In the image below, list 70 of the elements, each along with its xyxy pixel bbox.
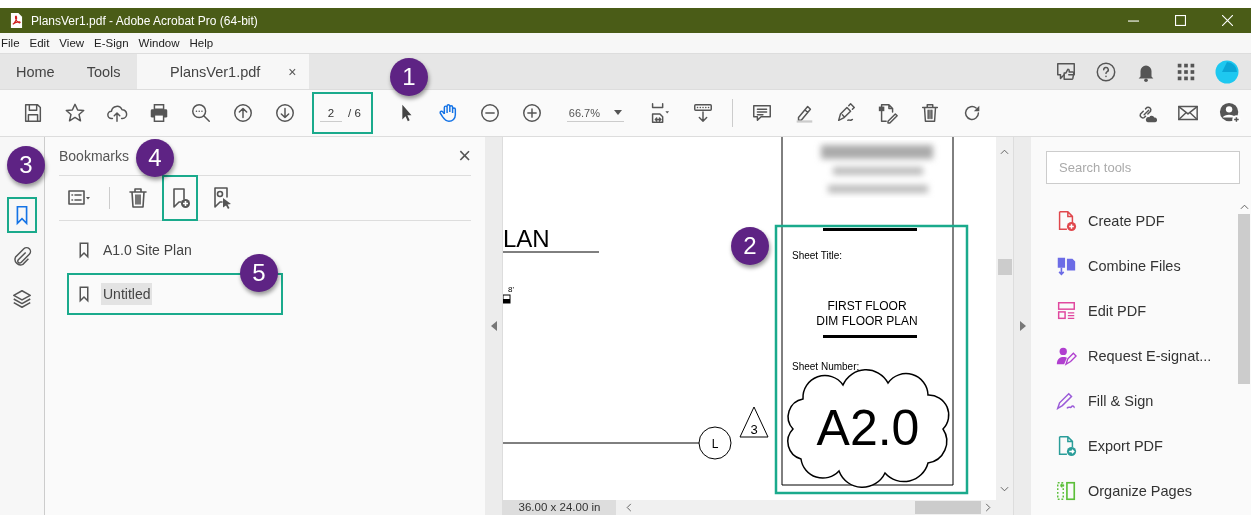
revision-number: 3 xyxy=(750,422,758,437)
tab[interactable]: Home xyxy=(0,54,71,89)
tool-item[interactable]: Organize Pages xyxy=(1055,468,1237,513)
zoom-field[interactable]: 66.7% xyxy=(566,104,624,122)
menu-item[interactable]: View xyxy=(59,37,85,49)
scroll-thumb[interactable] xyxy=(915,501,981,514)
menu-item[interactable]: Help xyxy=(189,37,214,49)
expand-right-icon[interactable] xyxy=(1019,321,1026,331)
tab[interactable]: PlansVer1.pdf × xyxy=(136,54,309,89)
tool-item[interactable]: Export PDF xyxy=(1055,423,1237,468)
scroll-down-icon[interactable] xyxy=(1000,486,1009,492)
sheet-number-label: Sheet Number: xyxy=(792,361,860,372)
close-icon[interactable] xyxy=(1222,15,1233,26)
hand-icon[interactable] xyxy=(436,102,459,124)
menu-item[interactable]: Edit xyxy=(29,37,50,49)
scroll-mode-icon[interactable] xyxy=(692,102,714,124)
zoom-out-icon[interactable] xyxy=(478,102,501,124)
sheet-number: A2.0 xyxy=(816,400,920,456)
scroll-up-icon[interactable] xyxy=(1000,149,1009,155)
menu-item[interactable]: File xyxy=(1,37,20,49)
page-count: / 6 xyxy=(348,107,361,119)
collapse-left-icon[interactable] xyxy=(490,321,497,331)
tool-item[interactable]: Edit PDF xyxy=(1055,288,1237,333)
close-button[interactable]: × xyxy=(458,143,471,169)
revision-triangle xyxy=(739,406,769,438)
sheet-title: DIM FLOOR PLAN xyxy=(816,314,918,328)
tool-item[interactable]: Combine Files xyxy=(1055,243,1237,288)
zoom-in-icon[interactable] xyxy=(520,102,543,124)
add-user-icon[interactable] xyxy=(1219,102,1241,124)
trash-icon[interactable] xyxy=(919,102,941,124)
tool-item[interactable]: Request E-signat... xyxy=(1055,333,1237,378)
grid-bubble xyxy=(698,426,732,460)
scroll-up-icon[interactable] xyxy=(1239,204,1249,210)
sheet-title-label: Sheet Title: xyxy=(792,250,843,261)
pen-icon[interactable] xyxy=(835,102,857,124)
page-field[interactable]: 2 xyxy=(320,104,342,122)
maximize-icon[interactable] xyxy=(1175,15,1186,26)
star-icon[interactable] xyxy=(64,102,86,124)
paperclip-icon xyxy=(11,246,33,268)
trash-icon xyxy=(126,186,150,210)
vertical-scrollbar[interactable] xyxy=(996,137,1013,500)
scroll-right-icon[interactable] xyxy=(985,503,991,512)
tool-item[interactable]: Fill & Sign xyxy=(1055,378,1237,423)
caret-icon xyxy=(614,110,622,115)
panel-button[interactable] xyxy=(7,197,37,233)
comment-icon[interactable] xyxy=(751,102,773,124)
help-icon[interactable] xyxy=(1095,60,1117,83)
pdf-file-icon xyxy=(10,13,23,28)
plan-heading: LAN xyxy=(503,225,550,252)
tool-item[interactable]: Create PDF xyxy=(1055,198,1237,243)
feedback-icon[interactable] xyxy=(1055,60,1077,83)
page-size-label: 36.00 x 24.00 in xyxy=(503,500,616,515)
tab[interactable]: Tools xyxy=(70,54,137,89)
grid-label: L xyxy=(711,437,719,451)
layers-icon xyxy=(11,288,33,310)
panel-title: Bookmarks xyxy=(59,148,130,164)
menu-item[interactable]: Window xyxy=(138,37,180,49)
search-field[interactable]: Search tools xyxy=(1046,151,1240,184)
print-icon[interactable] xyxy=(148,102,170,124)
sheet-title: FIRST FLOOR xyxy=(827,299,907,313)
search-icon[interactable] xyxy=(190,102,212,124)
bookmark-tool-button[interactable] xyxy=(162,175,198,221)
scroll-thumb[interactable] xyxy=(1238,214,1250,384)
save-icon[interactable] xyxy=(22,102,44,124)
scroll-left-icon[interactable] xyxy=(626,503,632,512)
window-title: PlansVer1.pdf - Adobe Acrobat Pro (64-bit) xyxy=(31,13,258,28)
scroll-thumb[interactable] xyxy=(997,259,1012,275)
dimension-label: 8' xyxy=(508,285,514,294)
menu-item[interactable]: E-Sign xyxy=(94,37,129,49)
edit-document-icon[interactable] xyxy=(877,102,899,124)
